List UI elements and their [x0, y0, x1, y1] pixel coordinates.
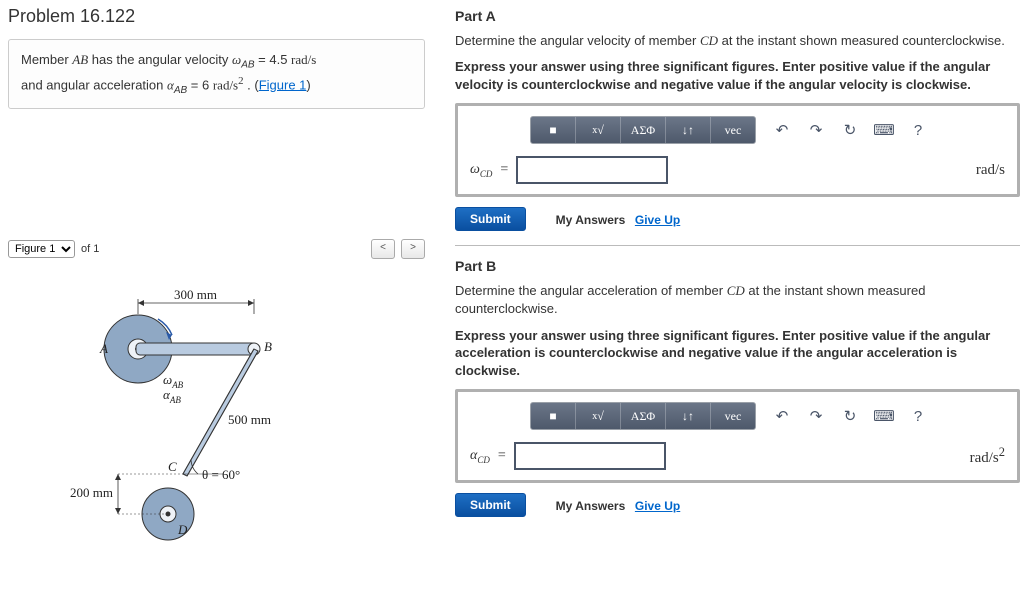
vector-button[interactable]: vec	[711, 117, 755, 143]
divider	[455, 245, 1020, 246]
label-a: A	[99, 341, 108, 356]
text: rad/s	[291, 52, 316, 67]
dim-bc: 500 mm	[228, 412, 271, 427]
text: AB	[72, 52, 88, 67]
part-b-prompt: Determine the angular acceleration of me…	[455, 282, 1020, 318]
label-c: C	[168, 459, 177, 474]
submit-button[interactable]: Submit	[455, 207, 526, 231]
figure-link[interactable]: Figure 1	[259, 77, 307, 92]
figure-next-button[interactable]: >	[401, 239, 425, 259]
text: rad/s	[213, 77, 238, 92]
part-a-prompt: Determine the angular velocity of member…	[455, 32, 1020, 50]
dim-ab: 300 mm	[174, 287, 217, 302]
label-d: D	[177, 522, 188, 537]
undo-icon[interactable]: ↶	[772, 120, 792, 140]
keyboard-icon[interactable]: ⌨	[874, 406, 894, 426]
figure-count: of 1	[81, 243, 99, 255]
my-answers-label: My Answers	[556, 213, 626, 227]
unit-label: rad/s2	[970, 445, 1005, 467]
help-icon[interactable]: ?	[908, 406, 928, 426]
figure-prev-button[interactable]: <	[371, 239, 395, 259]
figure-select[interactable]: Figure 1	[8, 240, 75, 258]
part-a-title: Part A	[455, 8, 1020, 24]
problem-statement: Member AB has the angular velocity ωAB =…	[8, 39, 425, 109]
fraction-root-button[interactable]: x√	[576, 117, 621, 143]
answer-input[interactable]	[514, 442, 666, 470]
subscript-button[interactable]: ↓↑	[666, 117, 711, 143]
part-b-answer-widget: ■ x√ ΑΣΦ ↓↑ vec ↶ ↷ ↻ ⌨ ? αCD	[455, 389, 1020, 483]
equals: =	[498, 448, 506, 464]
keyboard-icon[interactable]: ⌨	[874, 120, 894, 140]
subscript-button[interactable]: ↓↑	[666, 403, 711, 429]
my-answers-label: My Answers	[556, 499, 626, 513]
part-a-answer-widget: ■ x√ ΑΣΦ ↓↑ vec ↶ ↷ ↻ ⌨ ? ωCD	[455, 103, 1020, 197]
redo-icon[interactable]: ↷	[806, 120, 826, 140]
figure-navigator: Figure 1 of 1 < >	[8, 239, 425, 259]
templates-button[interactable]: ■	[531, 117, 576, 143]
give-up-link[interactable]: Give Up	[635, 499, 680, 513]
toolbar: ■ x√ ΑΣΦ ↓↑ vec ↶ ↷ ↻ ⌨ ?	[530, 116, 1005, 144]
templates-button[interactable]: ■	[531, 403, 576, 429]
equals: =	[500, 162, 508, 178]
reset-icon[interactable]: ↻	[840, 120, 860, 140]
text: = 6	[187, 77, 213, 92]
greek-button[interactable]: ΑΣΦ	[621, 117, 666, 143]
text: ω	[232, 52, 241, 67]
variable-label: αCD	[470, 448, 490, 465]
text: = 4.5	[255, 52, 292, 67]
unit-label: rad/s	[976, 162, 1005, 179]
answer-input[interactable]	[516, 156, 668, 184]
fraction-root-button[interactable]: x√	[576, 403, 621, 429]
text: AB	[241, 60, 254, 71]
dim-cd: 200 mm	[70, 485, 113, 500]
text: and angular acceleration	[21, 77, 167, 92]
text: has the angular velocity	[88, 52, 232, 67]
text: AB	[174, 85, 187, 96]
part-b-instruction: Express your answer using three signific…	[455, 327, 1020, 380]
text: α	[167, 77, 174, 92]
variable-label: ωCD	[470, 162, 492, 179]
problem-title: Problem 16.122	[8, 6, 425, 27]
vector-button[interactable]: vec	[711, 403, 755, 429]
undo-icon[interactable]: ↶	[772, 406, 792, 426]
text: Member	[21, 52, 72, 67]
figure-diagram: A B C D 300 mm 500 mm 200 mm θ = 60° ωAB…	[8, 269, 425, 559]
help-icon[interactable]: ?	[908, 120, 928, 140]
submit-button[interactable]: Submit	[455, 493, 526, 517]
reset-icon[interactable]: ↻	[840, 406, 860, 426]
dim-theta: θ = 60°	[202, 467, 240, 482]
text: )	[306, 77, 310, 92]
label-b: B	[264, 339, 272, 354]
toolbar: ■ x√ ΑΣΦ ↓↑ vec ↶ ↷ ↻ ⌨ ?	[530, 402, 1005, 430]
text: . (	[244, 77, 259, 92]
redo-icon[interactable]: ↷	[806, 406, 826, 426]
give-up-link[interactable]: Give Up	[635, 213, 680, 227]
part-b-title: Part B	[455, 258, 1020, 274]
part-a-instruction: Express your answer using three signific…	[455, 58, 1020, 93]
greek-button[interactable]: ΑΣΦ	[621, 403, 666, 429]
